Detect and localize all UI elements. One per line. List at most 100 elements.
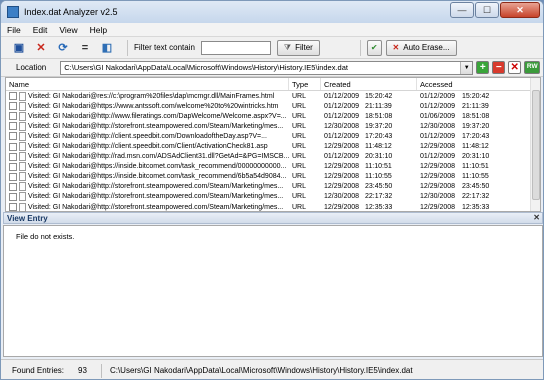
row-checkbox[interactable] [9, 192, 17, 201]
menu-edit[interactable]: Edit [33, 25, 48, 35]
row-accessed-date: 01/12/2009 [420, 92, 456, 100]
equal-icon[interactable]: = [77, 40, 93, 56]
refresh-icon[interactable]: ⟳ [55, 40, 71, 56]
delete-icon[interactable]: ✕ [33, 40, 49, 56]
row-accessed-date: 01/12/2009 [420, 132, 456, 140]
rw-button[interactable]: RW [524, 61, 541, 74]
row-created-date: 01/12/2009 [324, 92, 360, 100]
table-row[interactable]: Visited: GI Nakodari@https://inside.bitc… [6, 172, 540, 182]
export-icon[interactable]: ◧ [99, 40, 115, 56]
view-entry-pane: File do not exists. [3, 225, 543, 357]
row-accessed-time: 18:51:08 [462, 112, 490, 120]
menu-view[interactable]: View [59, 25, 77, 35]
row-checkbox[interactable] [9, 112, 17, 121]
row-name-cell: Visited: GI Nakodari@https://inside.bitc… [6, 162, 289, 172]
row-type: URL [292, 193, 307, 201]
file-icon [19, 202, 26, 212]
chevron-down-icon[interactable]: ▼ [460, 61, 473, 74]
row-checkbox[interactable] [9, 162, 17, 171]
location-value: C:\Users\GI Nakodari\AppData\Local\Micro… [64, 63, 348, 72]
location-combobox[interactable]: C:\Users\GI Nakodari\AppData\Local\Micro… [60, 60, 474, 75]
row-checkbox[interactable] [9, 182, 17, 191]
col-type[interactable]: Type [289, 78, 321, 90]
minimize-button[interactable]: — [450, 2, 474, 18]
location-bar: Location C:\Users\GI Nakodari\AppData\Lo… [1, 59, 543, 77]
row-created-date: 01/12/2009 [324, 112, 360, 120]
row-accessed-date: 01/12/2009 [420, 102, 456, 110]
entries-list: Name Type Created Accessed Visited: GI N… [5, 77, 541, 212]
row-checkbox[interactable] [9, 132, 17, 141]
table-row[interactable]: Visited: GI Nakodari@https://inside.bitc… [6, 162, 540, 172]
row-checkbox[interactable] [9, 152, 17, 161]
filter-label: Filter text contain [134, 43, 195, 52]
table-row[interactable]: Visited: GI Nakodari@http://www.filerati… [6, 111, 540, 121]
row-accessed-time: 23:45:50 [462, 183, 490, 191]
row-accessed-time: 11:10:55 [462, 173, 489, 181]
row-accessed-time: 17:20:43 [462, 132, 490, 140]
row-accessed-date: 12/29/2008 [420, 183, 456, 191]
found-entries-count: 93 [78, 366, 87, 375]
list-body: Visited: GI Nakodari@res://c:\program%20… [6, 91, 540, 212]
row-checkbox[interactable] [9, 92, 17, 101]
table-row[interactable]: Visited: GI Nakodari@res://c:\program%20… [6, 91, 540, 101]
list-scrollbar[interactable] [530, 78, 540, 211]
status-path: C:\Users\GI Nakodari\AppData\Local\Micro… [109, 366, 413, 375]
maximize-button[interactable]: ☐ [475, 2, 499, 18]
row-type: URL [292, 102, 307, 110]
table-row[interactable]: Visited: GI Nakodari@http://storefront.s… [6, 182, 540, 192]
location-label: Location [16, 63, 47, 72]
table-row[interactable]: Visited: GI Nakodari@http://client.speed… [6, 141, 540, 152]
table-row[interactable]: Visited: GI Nakodari@http://storefront.s… [6, 121, 540, 131]
list-header: Name Type Created Accessed [6, 78, 540, 91]
menu-help[interactable]: Help [90, 25, 107, 35]
col-created[interactable]: Created [321, 78, 417, 90]
table-row[interactable]: Visited: GI Nakodari@http://client.speed… [6, 131, 540, 141]
erase-wand-button[interactable]: ✔ [366, 39, 382, 56]
row-accessed-date: 12/30/2008 [420, 193, 456, 201]
filter-icon: ⧩ [283, 42, 292, 52]
row-created-time: 20:31:10 [365, 153, 393, 161]
row-accessed-date: 01/06/2009 [420, 112, 456, 120]
close-button[interactable]: ✕ [500, 2, 540, 18]
col-accessed[interactable]: Accessed [417, 78, 532, 90]
row-type: URL [292, 92, 307, 100]
row-created-date: 01/12/2009 [324, 132, 360, 140]
table-row[interactable]: Visited: GI Nakodari@http://rad.msn.com/… [6, 152, 540, 162]
filter-button[interactable]: ⧩ Filter [276, 39, 320, 56]
row-name: Visited: GI Nakodari@http://storefront.s… [28, 183, 284, 191]
close-icon[interactable]: ✕ [533, 213, 540, 222]
row-created-time: 11:48:12 [365, 143, 392, 151]
wand-icon: ✔ [370, 43, 378, 52]
row-checkbox[interactable] [9, 172, 17, 181]
menu-file[interactable]: File [7, 25, 21, 35]
file-icon [19, 91, 26, 101]
col-name[interactable]: Name [6, 78, 289, 90]
table-row[interactable]: Visited: GI Nakodari@http://storefront.s… [6, 202, 540, 212]
table-row[interactable]: Visited: GI Nakodari@https://www.antssof… [6, 101, 540, 111]
row-created-date: 12/30/2008 [324, 122, 360, 130]
save-icon[interactable]: ▣ [11, 40, 27, 56]
row-checkbox[interactable] [9, 203, 17, 212]
table-row[interactable]: Visited: GI Nakodari@http://storefront.s… [6, 192, 540, 202]
row-name: Visited: GI Nakodari@https://inside.bitc… [28, 173, 287, 181]
scrollbar-thumb[interactable] [532, 90, 540, 200]
row-accessed-date: 12/29/2008 [420, 173, 456, 181]
row-accessed-date: 01/12/2009 [420, 153, 456, 161]
row-checkbox[interactable] [9, 122, 17, 131]
row-created-date: 12/29/2008 [324, 183, 360, 191]
filter-input[interactable] [200, 40, 271, 55]
add-icon[interactable]: + [476, 61, 490, 74]
row-checkbox[interactable] [9, 102, 17, 111]
row-type: URL [292, 132, 307, 140]
row-created-date: 01/12/2009 [324, 102, 360, 110]
row-name: Visited: GI Nakodari@http://storefront.s… [28, 122, 284, 130]
row-type: URL [292, 153, 307, 161]
row-accessed-date: 12/29/2008 [420, 143, 456, 151]
row-checkbox[interactable] [9, 142, 17, 151]
auto-erase-button[interactable]: ✕ Auto Erase... [385, 39, 457, 56]
row-name: Visited: GI Nakodari@http://client.speed… [28, 143, 268, 151]
remove-icon[interactable]: − [492, 61, 506, 74]
row-accessed-time: 21:11:39 [462, 102, 489, 110]
delete-location-icon[interactable]: ✕ [508, 61, 522, 74]
row-accessed-time: 22:17:32 [462, 193, 490, 201]
